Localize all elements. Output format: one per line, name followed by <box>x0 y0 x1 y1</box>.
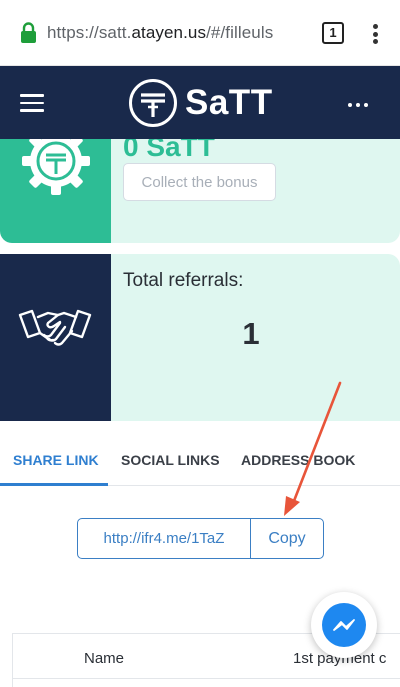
tab-switcher-button[interactable]: 1 <box>322 22 344 44</box>
total-referrals-count: 1 <box>242 316 260 351</box>
url-prefix: https://satt. <box>47 23 132 42</box>
bonus-card: 0 SaTT Collect the bonus <box>0 139 400 243</box>
url-field[interactable]: https://satt.atayen.us/#/filleuls <box>47 23 273 43</box>
brand[interactable]: SaTT <box>128 78 273 128</box>
share-link-group: Copy <box>77 518 324 559</box>
collect-bonus-button[interactable]: Collect the bonus <box>123 163 276 201</box>
satt-logo-icon <box>129 79 177 127</box>
browser-menu-icon[interactable] <box>373 24 379 44</box>
app-header: SaTT <box>0 66 400 139</box>
tab-social-links[interactable]: SOCIAL LINKS <box>121 452 220 468</box>
copy-button[interactable]: Copy <box>251 519 323 558</box>
table-divider <box>13 678 400 679</box>
total-referrals-label: Total referrals: <box>123 270 244 291</box>
messenger-icon <box>333 619 355 631</box>
referrals-content: Total referrals: 1 <box>111 254 400 421</box>
bonus-icon-panel <box>0 139 111 243</box>
share-link-input[interactable] <box>78 519 251 558</box>
handshake-icon <box>18 309 92 346</box>
active-tab-indicator <box>0 483 108 486</box>
lock-icon <box>21 22 36 43</box>
column-header-name: Name <box>84 650 125 667</box>
bonus-content: 0 SaTT Collect the bonus <box>111 139 400 243</box>
browser-address-bar: https://satt.atayen.us/#/filleuls 1 <box>0 0 400 66</box>
bonus-amount: 0 SaTT <box>123 139 215 162</box>
tab-share-link[interactable]: SHARE LINK <box>13 452 99 468</box>
annotation-arrow-icon <box>284 381 342 516</box>
messenger-chat-button[interactable] <box>311 592 377 658</box>
url-suffix: /#/filleuls <box>206 23 274 42</box>
url-host: atayen.us <box>131 23 207 42</box>
brand-name: SaTT <box>185 83 273 122</box>
referrals-icon-panel <box>0 254 111 421</box>
more-options-icon[interactable] <box>348 103 368 108</box>
coin-badge-icon <box>22 139 90 195</box>
hamburger-menu-icon[interactable] <box>20 94 44 112</box>
